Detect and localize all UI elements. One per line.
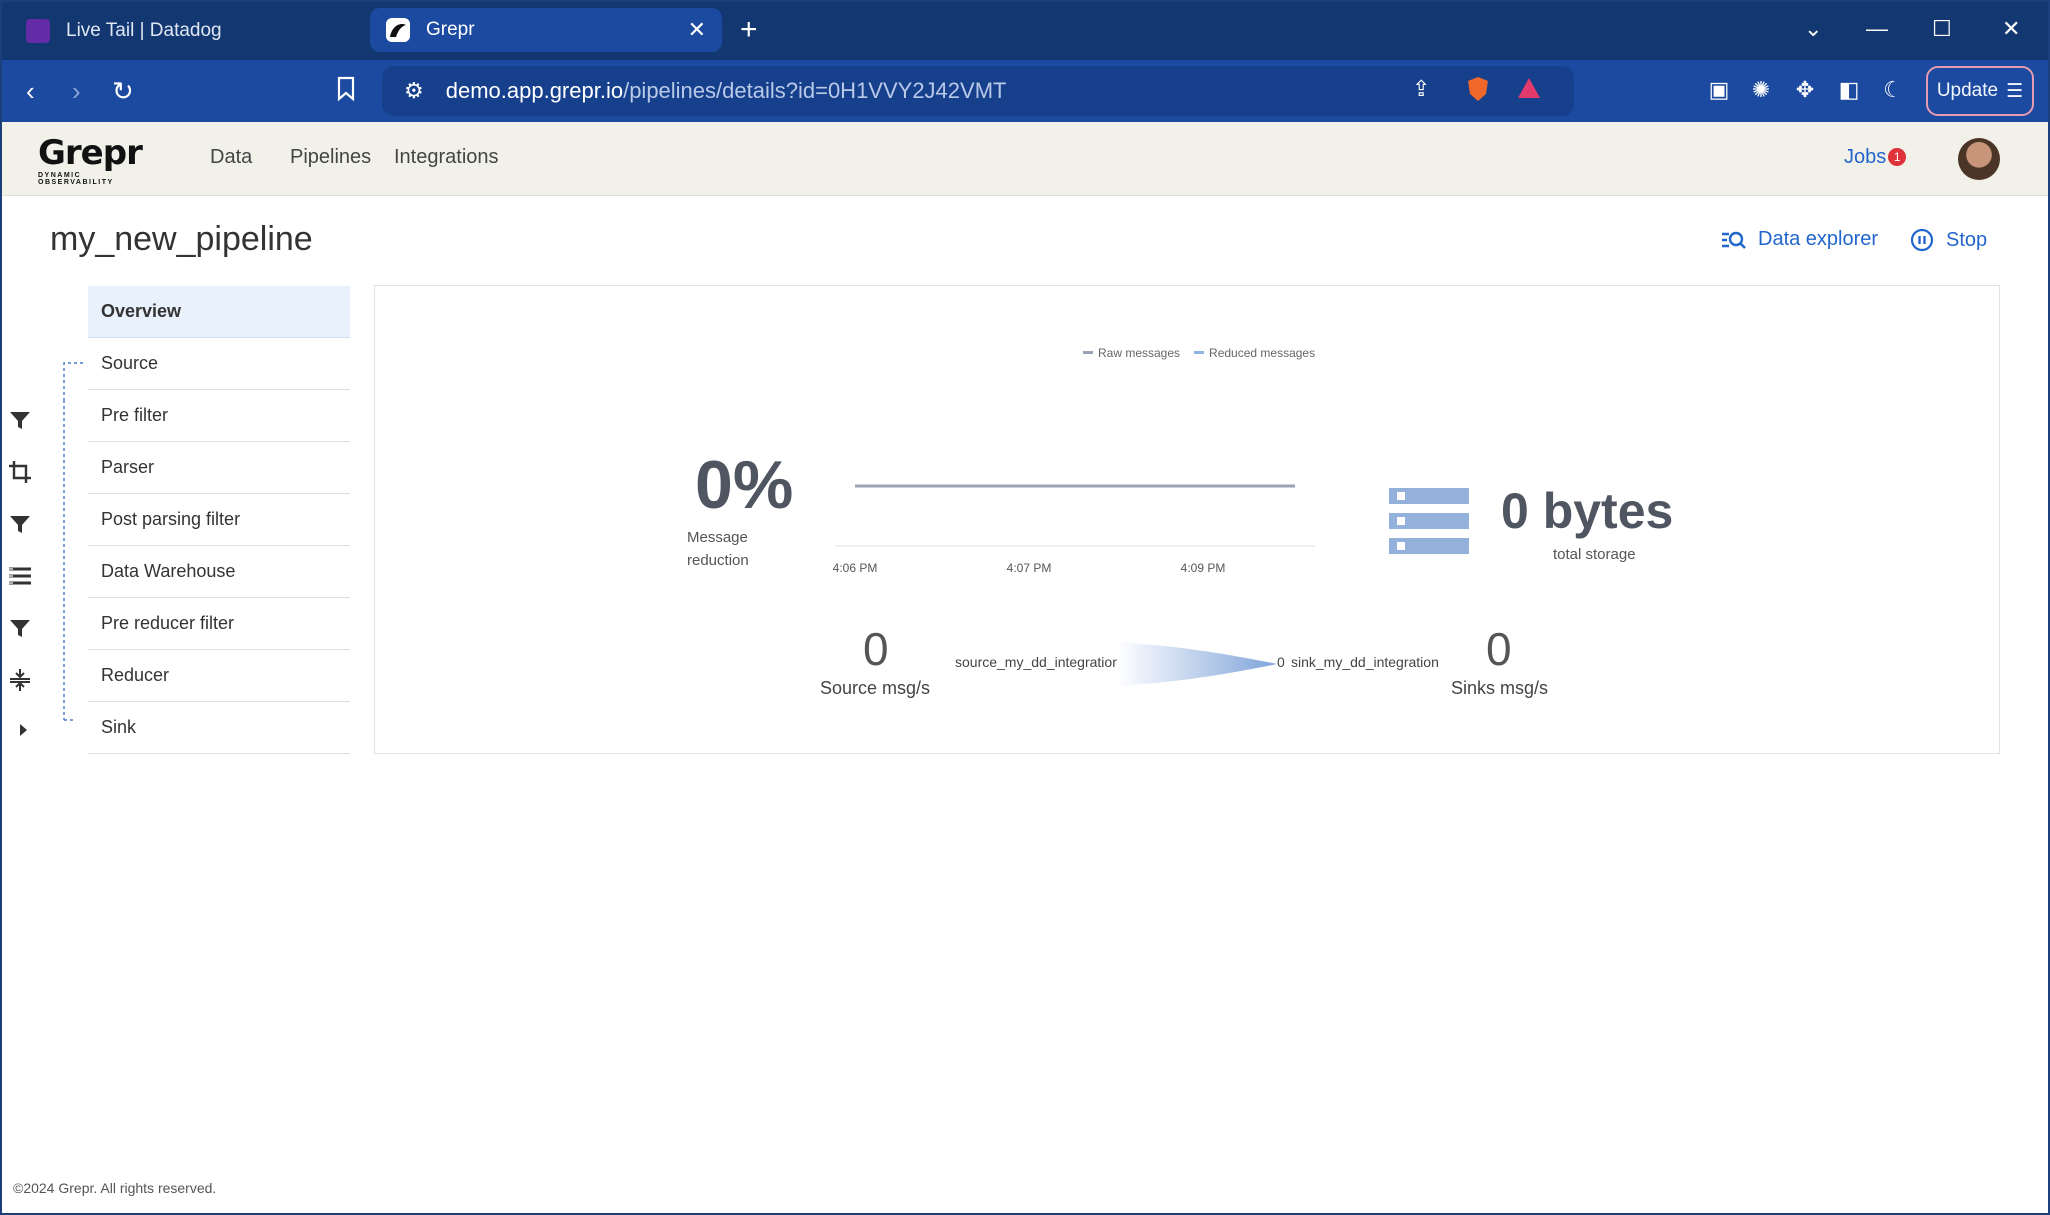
step-pre-filter[interactable]: Pre filter xyxy=(88,390,350,442)
address-bar[interactable]: ⚙ demo.app.grepr.io /pipelines/details?i… xyxy=(382,66,1574,116)
legend-raw[interactable]: Raw messages xyxy=(1083,346,1180,360)
address-host: demo.app.grepr.io xyxy=(445,78,624,103)
stop-label: Stop xyxy=(1946,228,1988,251)
flow-funnel xyxy=(1117,642,1277,686)
nav-data[interactable]: Data xyxy=(210,146,252,169)
compress-icon xyxy=(8,668,32,692)
reduction-label: Message reduction xyxy=(687,529,749,569)
forward-icon[interactable]: › xyxy=(72,76,81,106)
pipeline-steps: Overview Source Pre filter Parser Post p… xyxy=(88,286,350,754)
share-icon[interactable]: ⇪ xyxy=(1412,76,1430,102)
update-label: Update xyxy=(1936,80,1999,101)
source-rate: 0 xyxy=(863,623,889,675)
logo-text: Grepr xyxy=(38,133,143,173)
sink-name[interactable]: sink_my_dd_integration xyxy=(1291,654,1461,670)
pipeline-connector xyxy=(63,362,84,721)
close-window-icon[interactable]: ✕ xyxy=(2002,14,2020,44)
tab-title: Grepr xyxy=(426,19,475,40)
arrow-right-icon xyxy=(8,718,32,742)
jobs-label: Jobs xyxy=(1844,146,1887,168)
new-tab-button[interactable]: + xyxy=(740,12,758,48)
app-header: Grepr DYNAMIC OBSERVABILITY Data Pipelin… xyxy=(0,122,2050,196)
stop-button[interactable]: Stop xyxy=(1910,228,1987,252)
address-path: /pipelines/details?id=0H1VVY2J42VMT xyxy=(623,78,1007,103)
step-post-parsing-filter[interactable]: Post parsing filter xyxy=(88,494,350,546)
tab-title: Live Tail | Datadog xyxy=(66,20,222,41)
jobs-count-badge: 1 xyxy=(1888,148,1907,166)
step-source[interactable]: Source xyxy=(88,338,350,390)
page-title: my_new_pipeline xyxy=(50,220,313,258)
source-name[interactable]: source_my_dd_integration xyxy=(955,654,1119,670)
storage-label: total storage xyxy=(1553,546,1636,563)
messages-chart: 4:06 PM 4:07 PM 4:09 PM xyxy=(833,484,1315,575)
sink-rate-label: Sinks msg/s xyxy=(1451,678,1549,698)
grepr-icon xyxy=(386,18,410,42)
brave-shield-icon[interactable] xyxy=(1466,76,1490,108)
close-tab-icon[interactable]: ✕ xyxy=(688,19,706,41)
profile-sync-icon[interactable]: ☾ xyxy=(1880,76,1906,104)
overview-panel: Raw messages Reduced messages 0% Message… xyxy=(374,285,2000,754)
grepr-logo[interactable]: Grepr DYNAMIC OBSERVABILITY xyxy=(38,133,150,186)
storage-icon xyxy=(1389,488,1469,554)
nav-integrations[interactable]: Integrations xyxy=(394,146,499,169)
tab-search-icon[interactable]: ⌄ xyxy=(1804,14,1822,44)
chart-legend: Raw messages Reduced messages xyxy=(1083,346,1315,360)
step-reducer[interactable]: Reducer xyxy=(88,650,350,702)
footer-copyright: ©2024 Grepr. All rights reserved. xyxy=(13,1180,217,1196)
legend-reduced[interactable]: Reduced messages xyxy=(1194,346,1315,360)
step-overview[interactable]: Overview xyxy=(88,286,350,338)
avatar[interactable] xyxy=(1958,138,2000,180)
reload-icon[interactable]: ↻ xyxy=(112,76,134,106)
reduction-value: 0% xyxy=(695,447,794,523)
data-explorer-label: Data explorer xyxy=(1758,228,1879,250)
pause-circle-icon xyxy=(1910,228,1934,252)
tab-grepr[interactable]: Grepr ✕ xyxy=(370,8,722,52)
step-pre-reducer-filter[interactable]: Pre reducer filter xyxy=(88,598,350,650)
nav-pipelines[interactable]: Pipelines xyxy=(290,146,371,169)
step-sink[interactable]: Sink xyxy=(88,702,350,754)
datadog-icon xyxy=(26,19,50,43)
legend-reduced-label: Reduced messages xyxy=(1209,346,1316,360)
browser-toolbar: ‹ › ↻ ⚙ demo.app.grepr.io /pipelines/det… xyxy=(0,60,2050,122)
x-tick-label: 4:06 PM xyxy=(833,561,878,575)
logo-tagline: DYNAMIC OBSERVABILITY xyxy=(38,172,114,186)
sidebar-toggle-icon[interactable]: ◧ xyxy=(1836,76,1862,104)
site-settings-icon[interactable]: ⚙ xyxy=(404,78,424,104)
funnel-icon xyxy=(8,512,32,536)
bookmark-icon[interactable] xyxy=(336,76,356,108)
data-explorer-icon xyxy=(1722,231,1746,249)
sink-rate: 0 xyxy=(1486,623,1512,675)
extension-icon[interactable]: ▣ xyxy=(1706,76,1732,104)
storage-value: 0 bytes xyxy=(1501,483,1674,539)
x-tick-label: 4:07 PM xyxy=(1007,561,1052,575)
step-parser[interactable]: Parser xyxy=(88,442,350,494)
data-explorer-button[interactable]: Data explorer xyxy=(1720,228,1878,251)
maximize-icon[interactable]: ☐ xyxy=(1932,14,1952,44)
tab-live-tail[interactable]: Live Tail | Datadog xyxy=(10,9,360,53)
source-rate-label: Source msg/s xyxy=(820,678,931,698)
funnel-icon xyxy=(8,616,32,640)
menu-icon: ☰ xyxy=(2006,80,2024,102)
ai-extension-icon[interactable]: ✺ xyxy=(1748,76,1774,104)
jobs-link[interactable]: Jobs 1 xyxy=(1844,146,1907,169)
update-button[interactable]: Update ☰ xyxy=(1926,66,2034,116)
list-icon xyxy=(8,564,32,588)
browser-tab-bar: Live Tail | Datadog Grepr ✕ + ⌄ — ☐ ✕ xyxy=(0,0,2050,60)
extensions-puzzle-icon[interactable]: ✥ xyxy=(1792,76,1818,104)
crop-icon xyxy=(8,460,32,484)
funnel-icon xyxy=(8,408,32,432)
sink-prefix: 0 xyxy=(1277,654,1285,670)
brave-rewards-icon[interactable] xyxy=(1516,76,1542,106)
minimize-icon[interactable]: — xyxy=(1866,14,1888,44)
step-data-warehouse[interactable]: Data Warehouse xyxy=(88,546,350,598)
x-tick-label: 4:09 PM xyxy=(1181,561,1226,575)
back-icon[interactable]: ‹ xyxy=(26,76,35,106)
legend-raw-label: Raw messages xyxy=(1098,346,1181,360)
